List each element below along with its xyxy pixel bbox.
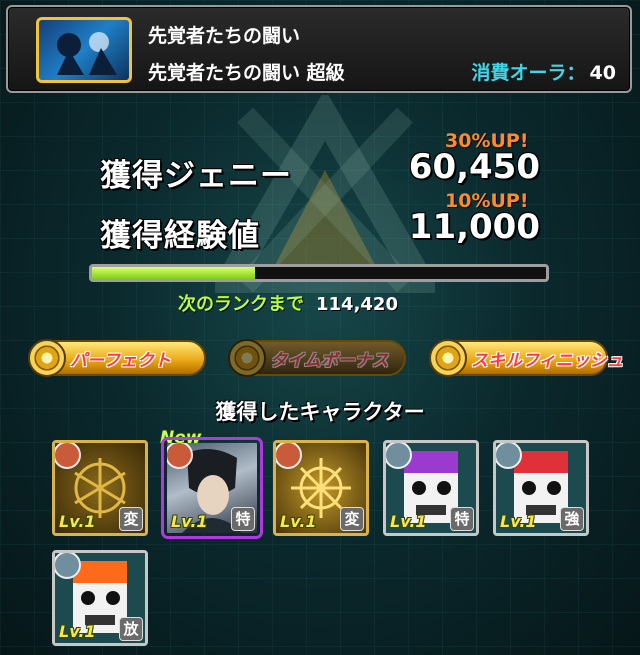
card-level: Lv.1	[59, 512, 96, 531]
element-icon	[55, 443, 81, 469]
obtained-characters-title: 獲得したキャラクター	[215, 400, 425, 424]
perfect-badge: パーフェクト	[28, 339, 206, 377]
exp-label: 獲得経験値	[100, 218, 260, 254]
character-card[interactable]: Lv.1 強	[493, 440, 589, 536]
card-level: Lv.1	[500, 512, 537, 531]
aura-cost: 消費オーラ： 40	[472, 58, 616, 85]
skill-finish-badge-label: スキルフィニッシュ	[471, 350, 624, 371]
aura-cost-label: 消費オーラ：	[471, 62, 586, 84]
exp-value: 11,000	[408, 207, 540, 247]
target-icon	[429, 339, 467, 377]
zenny-label: 獲得ジェニー	[100, 158, 292, 194]
next-rank-value: 114,420	[316, 294, 398, 315]
quest-thumbnail-icon	[36, 17, 132, 83]
time-bonus-badge-label: タイムボーナス	[270, 350, 389, 371]
aura-cost-value: 40	[589, 62, 616, 84]
character-card[interactable]: Lv.1 放	[52, 550, 148, 646]
card-type: 変	[119, 507, 143, 531]
character-card[interactable]: Lv.1 変	[52, 440, 148, 536]
target-icon	[28, 339, 66, 377]
card-level: Lv.1	[59, 622, 96, 641]
rank-progress-fill	[92, 267, 256, 279]
skill-finish-badge: スキルフィニッシュ	[429, 339, 624, 377]
card-type: 変	[340, 507, 364, 531]
card-type: 特	[450, 507, 474, 531]
target-icon	[228, 339, 266, 377]
character-card[interactable]: Lv.1 特	[383, 440, 479, 536]
rank-progress-bar	[89, 264, 549, 282]
zenny-value: 60,450	[408, 147, 540, 187]
card-level: Lv.1	[280, 512, 317, 531]
quest-title: 先覚者たちの闘い	[148, 25, 301, 47]
card-type: 放	[119, 617, 143, 641]
card-level: Lv.1	[171, 512, 208, 531]
element-icon	[276, 443, 302, 469]
element-icon	[55, 553, 81, 579]
quest-header: 先覚者たちの闘い 先覚者たちの闘い 超級 消費オーラ： 40	[6, 5, 632, 93]
element-icon	[496, 443, 522, 469]
quest-difficulty: 先覚者たちの闘い 超級	[148, 62, 345, 84]
perfect-badge-label: パーフェクト	[70, 350, 171, 371]
time-bonus-badge: タイムボーナス	[228, 339, 406, 377]
character-card[interactable]: Lv.1 変	[273, 440, 369, 536]
element-icon	[386, 443, 412, 469]
card-type: 強	[560, 507, 584, 531]
character-card[interactable]: Lv.1 特	[164, 440, 260, 536]
card-type: 特	[231, 507, 255, 531]
next-rank-label: 次のランクまで	[178, 294, 304, 315]
card-level: Lv.1	[390, 512, 427, 531]
next-rank: 次のランクまで 114,420	[178, 290, 398, 316]
element-icon	[167, 443, 193, 469]
